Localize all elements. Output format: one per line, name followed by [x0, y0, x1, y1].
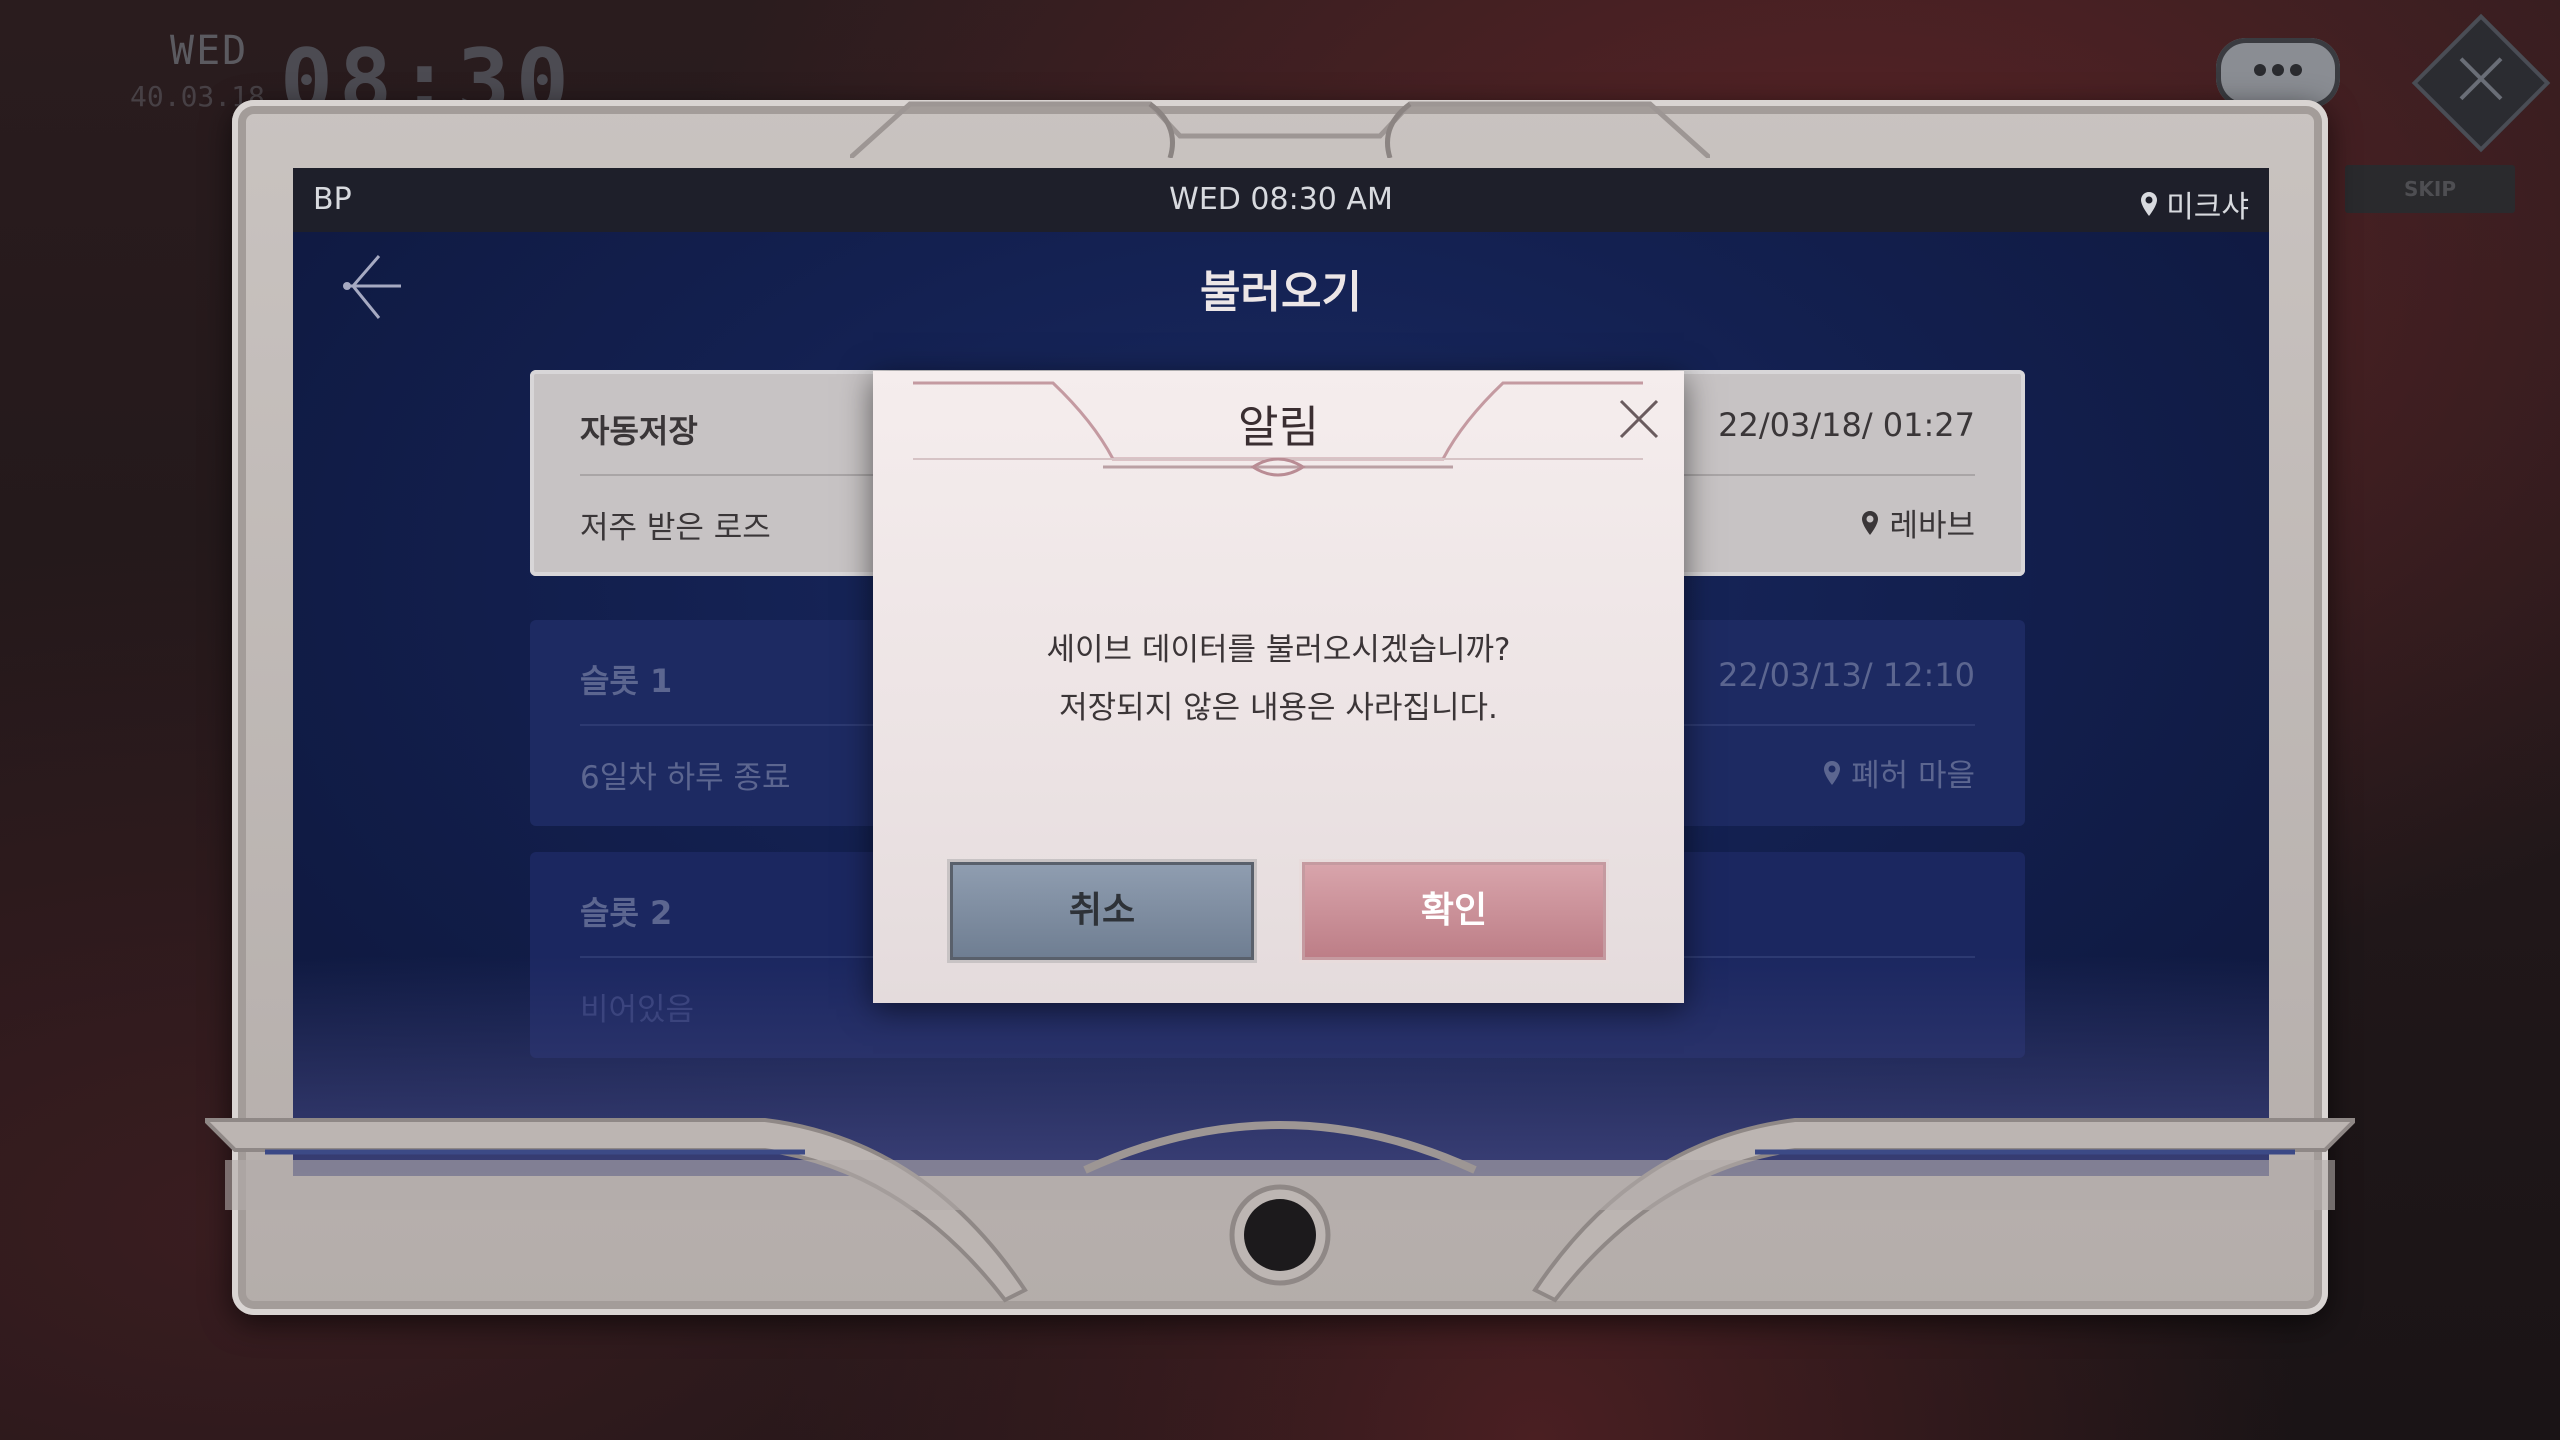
dialog-title: 알림	[1238, 402, 1319, 453]
slot-description: 6일차 하루 종료	[580, 760, 791, 796]
status-location-label: 미크샤	[2166, 190, 2249, 225]
dialog-message-line2: 저장되지 않은 내용은 사라집니다.	[1059, 690, 1498, 726]
status-bar: BP WED 08:30 AM 미크샤	[293, 168, 2269, 232]
close-icon[interactable]	[2411, 13, 2551, 153]
slot-name: 슬롯 1	[580, 662, 673, 700]
slot-name: 자동저장	[580, 412, 698, 450]
slot-location-label: 폐허 마을	[1851, 758, 1975, 794]
slot-date: 22/03/18/ 01:27	[1718, 406, 1975, 444]
notice-dialog: 알림 세이브 데이터를 불러오시겠습니까? 저장되지 않은 내용은 사라집니다.…	[873, 371, 1684, 1003]
page-title: 불러오기	[1200, 267, 1362, 318]
location-pin-icon	[2141, 192, 2158, 216]
slot-name: 슬롯 2	[580, 894, 673, 932]
slot-location-label: 레바브	[1889, 508, 1975, 544]
slot-date: 22/03/13/ 12:10	[1718, 656, 1975, 694]
slot-description: 비어있음	[580, 992, 695, 1028]
dialog-close-icon[interactable]	[1615, 395, 1663, 443]
location-pin-icon	[1824, 760, 1841, 785]
frame-bottom-ornament-icon	[205, 1118, 2355, 1303]
slot-location: 레바브	[1861, 500, 1975, 545]
frame-top-ornament-icon	[850, 101, 1710, 158]
location-pin-icon	[1862, 510, 1879, 535]
skip-button[interactable]: SKIP	[2345, 165, 2515, 213]
dialog-message-line1: 세이브 데이터를 불러오시겠습니까?	[1046, 632, 1511, 668]
chat-bubble-icon[interactable]	[2216, 38, 2340, 108]
dialog-message: 세이브 데이터를 불러오시겠습니까? 저장되지 않은 내용은 사라집니다.	[873, 621, 1684, 737]
slot-location: 폐허 마을	[1823, 750, 1975, 795]
slot-description: 저주 받은 로즈	[580, 510, 771, 546]
hud-day: WED	[170, 28, 249, 74]
confirm-button[interactable]: 확인	[1305, 865, 1603, 957]
cancel-button[interactable]: 취소	[953, 865, 1251, 957]
status-datetime: WED 08:30 AM	[1169, 182, 1393, 217]
status-location: 미크샤	[2140, 182, 2249, 226]
